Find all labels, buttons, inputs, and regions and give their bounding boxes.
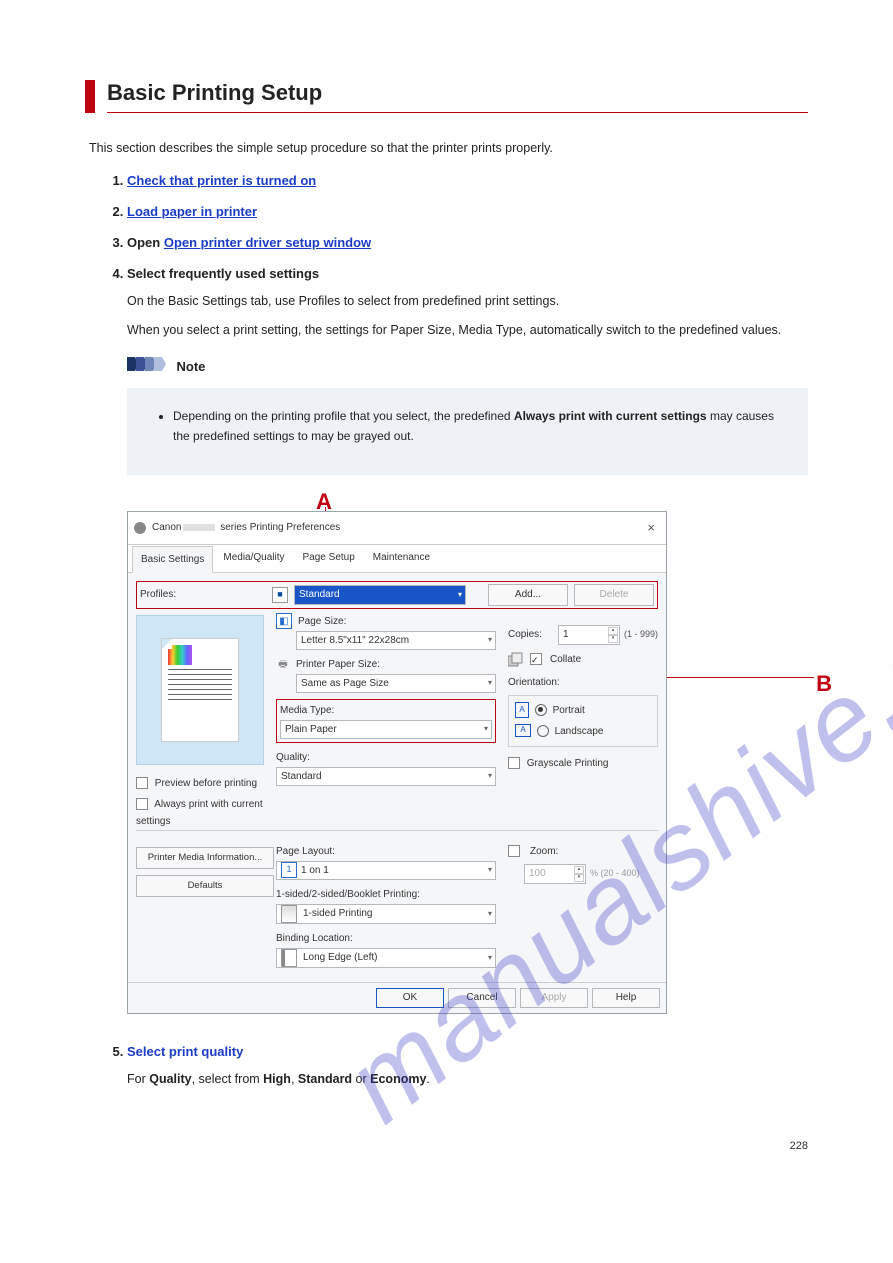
preview-pane bbox=[136, 615, 264, 765]
profile-icon: ■ bbox=[272, 587, 288, 603]
chevron-down-icon: ▾ bbox=[488, 907, 492, 921]
step-5-title: Select print quality bbox=[127, 1044, 243, 1059]
page-number: 228 bbox=[85, 1140, 808, 1152]
preview-before-printing-label: Preview before printing bbox=[155, 778, 257, 789]
step-2-link[interactable]: Load paper in printer bbox=[127, 204, 257, 219]
binding-icon bbox=[281, 949, 297, 967]
orientation-label: Orientation: bbox=[508, 674, 658, 691]
note-chevrons-icon bbox=[127, 357, 167, 371]
copies-input[interactable]: 1 ▴▾ bbox=[558, 625, 620, 645]
tab-media-quality[interactable]: Media/Quality bbox=[215, 545, 292, 572]
chevron-down-icon: ▾ bbox=[458, 588, 462, 602]
note-label: Note bbox=[176, 359, 205, 374]
printer-icon bbox=[134, 522, 146, 534]
sided-icon bbox=[281, 905, 297, 923]
always-print-label: Always print with current settings bbox=[136, 799, 263, 827]
step-1: Check that printer is turned on bbox=[127, 173, 808, 188]
callout-B: B bbox=[816, 665, 832, 702]
landscape-label: Landscape bbox=[555, 726, 604, 737]
sided-label: 1-sided/2-sided/Booklet Printing: bbox=[276, 886, 420, 903]
page-title: Basic Printing Setup bbox=[107, 80, 322, 105]
page-size-icon: ◧ bbox=[276, 613, 292, 629]
step-1-link[interactable]: Check that printer is turned on bbox=[127, 173, 316, 188]
preview-before-printing-checkbox[interactable] bbox=[136, 777, 148, 789]
collate-icon bbox=[508, 651, 526, 667]
printer-paper-size-label: Printer Paper Size: bbox=[296, 656, 380, 673]
portrait-label: Portrait bbox=[553, 705, 585, 716]
page-layout-select[interactable]: 1 1 on 1 ▾ bbox=[276, 861, 496, 880]
close-icon[interactable]: × bbox=[642, 517, 660, 539]
collate-label: Collate bbox=[550, 651, 581, 668]
tab-page-setup[interactable]: Page Setup bbox=[295, 545, 363, 572]
media-type-select[interactable]: Plain Paper▾ bbox=[280, 720, 492, 739]
help-button[interactable]: Help bbox=[592, 988, 660, 1008]
cancel-button[interactable]: Cancel bbox=[448, 988, 516, 1008]
always-print-checkbox[interactable] bbox=[136, 798, 148, 810]
landscape-radio[interactable] bbox=[537, 725, 549, 737]
add-button[interactable]: Add... bbox=[488, 584, 568, 606]
print-preferences-dialog: Canon series Printing Preferences × Basi… bbox=[127, 511, 667, 1014]
chevron-down-icon: ▾ bbox=[488, 633, 492, 647]
page-layout-label: Page Layout: bbox=[276, 843, 335, 860]
note-box: Depending on the printing profile that y… bbox=[127, 388, 808, 475]
tab-maintenance[interactable]: Maintenance bbox=[365, 545, 438, 572]
grayscale-label: Grayscale Printing bbox=[527, 758, 609, 769]
tab-basic-settings[interactable]: Basic Settings bbox=[132, 546, 213, 573]
step-3-link[interactable]: Open printer driver setup window bbox=[164, 235, 371, 250]
binding-label: Binding Location: bbox=[276, 930, 353, 947]
landscape-icon: A bbox=[515, 724, 531, 737]
collate-checkbox[interactable] bbox=[530, 653, 542, 665]
sided-select[interactable]: 1-sided Printing ▾ bbox=[276, 904, 496, 924]
copies-label: Copies: bbox=[508, 626, 542, 643]
apply-button[interactable]: Apply bbox=[520, 988, 588, 1008]
grayscale-checkbox[interactable] bbox=[508, 757, 520, 769]
delete-button[interactable]: Delete bbox=[574, 584, 654, 606]
page-layout-icon: 1 bbox=[281, 862, 297, 878]
ok-button[interactable]: OK bbox=[376, 988, 444, 1008]
quality-label: Quality: bbox=[276, 749, 310, 766]
chevron-down-icon: ▾ bbox=[484, 722, 488, 736]
step-4: Select frequently used settings On the B… bbox=[127, 266, 808, 1014]
binding-select[interactable]: Long Edge (Left) ▾ bbox=[276, 948, 496, 968]
chevron-down-icon: ▾ bbox=[488, 769, 492, 783]
printer-paper-icon: 🖶 bbox=[276, 657, 290, 671]
page-size-select[interactable]: Letter 8.5"x11" 22x28cm▾ bbox=[296, 631, 496, 650]
chevron-down-icon: ▾ bbox=[488, 951, 492, 965]
zoom-input[interactable]: 100 ▴▾ bbox=[524, 864, 586, 884]
chevron-down-icon: ▾ bbox=[488, 863, 492, 877]
printer-media-info-button[interactable]: Printer Media Information... bbox=[136, 847, 274, 869]
intro-text: This section describes the simple setup … bbox=[89, 141, 808, 155]
zoom-label: Zoom: bbox=[530, 843, 558, 860]
portrait-icon: A bbox=[515, 702, 529, 718]
printer-paper-size-select[interactable]: Same as Page Size▾ bbox=[296, 674, 496, 693]
chevron-down-icon: ▾ bbox=[488, 676, 492, 690]
zoom-checkbox[interactable] bbox=[508, 845, 520, 857]
page-size-label: Page Size: bbox=[298, 613, 346, 630]
portrait-radio[interactable] bbox=[535, 704, 547, 716]
step-5: Select print quality For Quality, select… bbox=[127, 1044, 808, 1090]
copies-range: (1 - 999) bbox=[624, 627, 658, 642]
dialog-title: Canon series Printing Preferences bbox=[152, 519, 642, 536]
step-2: Load paper in printer bbox=[127, 204, 808, 219]
quality-select[interactable]: Standard▾ bbox=[276, 767, 496, 786]
step-3: Open Open printer driver setup window bbox=[127, 235, 808, 250]
profiles-select[interactable]: Standard ▾ bbox=[294, 585, 466, 605]
media-type-label: Media Type: bbox=[280, 702, 334, 719]
defaults-button[interactable]: Defaults bbox=[136, 875, 274, 897]
zoom-range: % (20 - 400) bbox=[590, 866, 640, 881]
profiles-label: Profiles: bbox=[140, 586, 266, 603]
